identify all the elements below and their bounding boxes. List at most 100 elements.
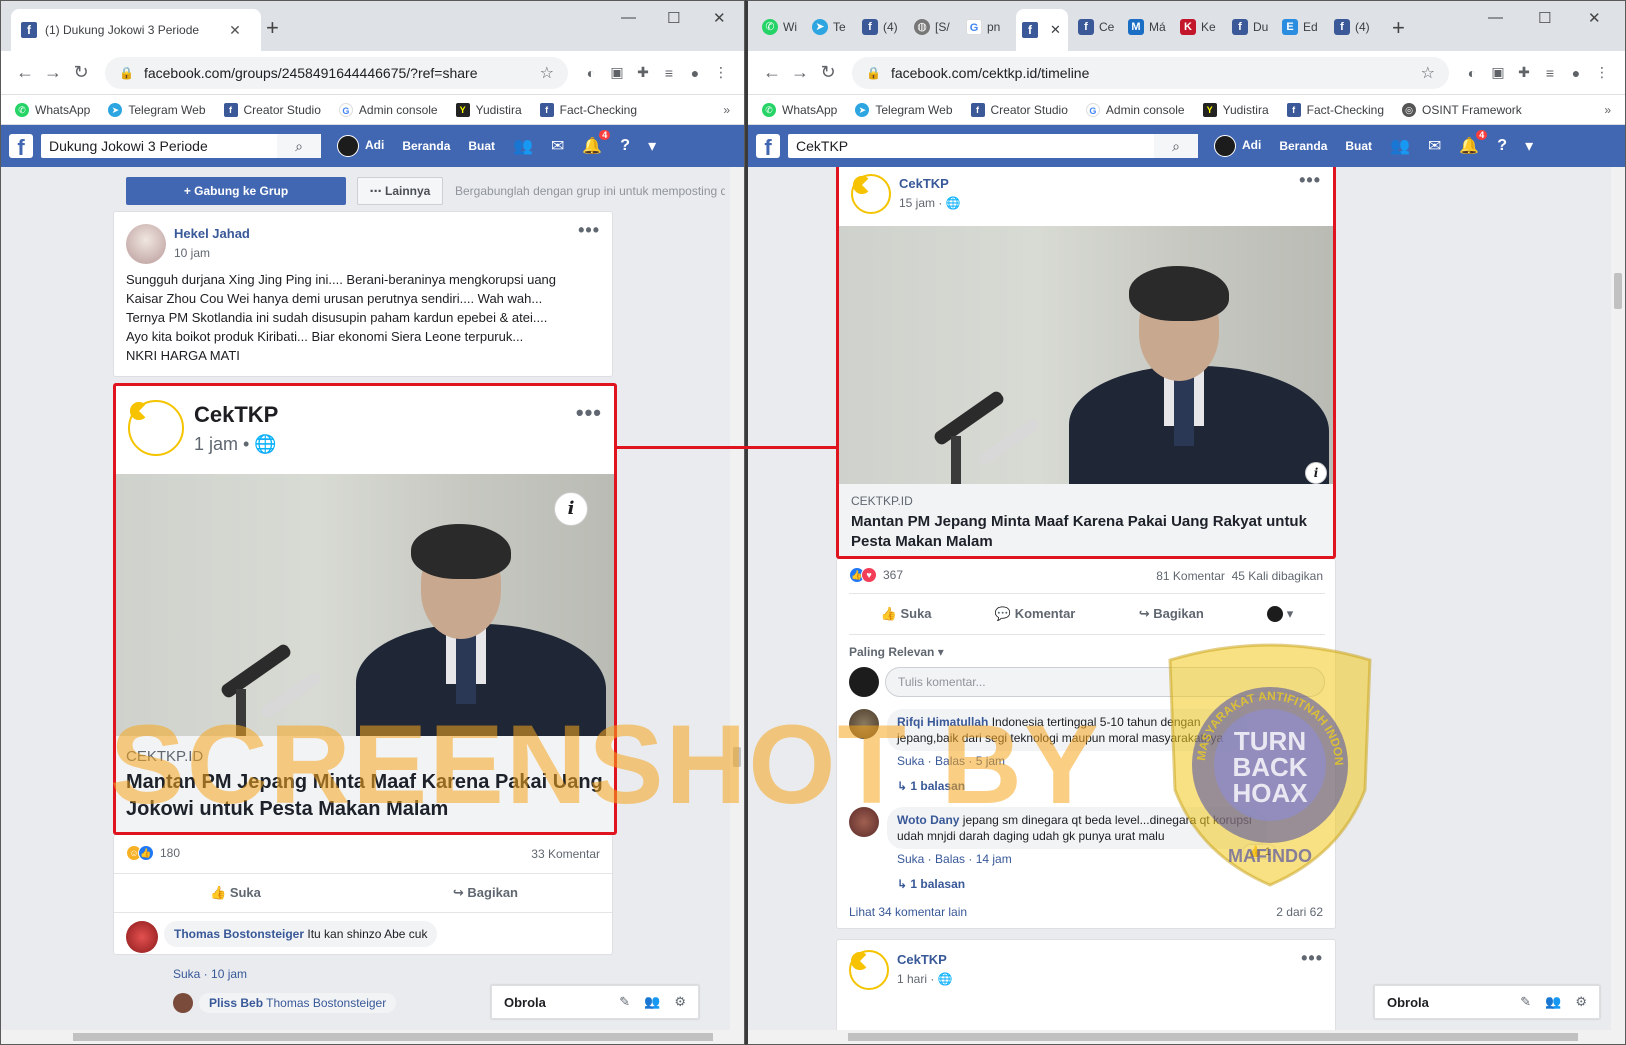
extension-icon[interactable]: ◐	[1459, 65, 1485, 81]
back-icon[interactable]: ←	[11, 62, 39, 83]
left-url-field[interactable]: 🔒 facebook.com/groups/2458491644446675/?…	[105, 56, 568, 89]
share-button[interactable]: ↪ Bagikan	[1139, 606, 1204, 622]
avatar[interactable]	[126, 224, 166, 264]
group-chat-icon[interactable]: 👥	[644, 994, 660, 1010]
left-vertical-scrollbar[interactable]	[730, 167, 744, 1030]
link-preview[interactable]: CEKTKP.ID Mantan PM Jepang Minta Maaf Ka…	[839, 484, 1333, 556]
tab-editor[interactable]: E Ed	[1282, 17, 1318, 37]
new-tab-button[interactable]: +	[1392, 15, 1405, 41]
menu-icon[interactable]: ⋮	[708, 64, 734, 81]
post-time[interactable]: 1 jam •	[194, 434, 249, 454]
close-window-button[interactable]: ✕	[713, 9, 726, 27]
friends-icon[interactable]: 👥	[1390, 136, 1410, 156]
create-link[interactable]: Buat	[468, 139, 495, 153]
reaction-summary[interactable]: 👍 ♥ 367	[849, 567, 903, 583]
avatar[interactable]	[849, 807, 879, 837]
bookmark-yudistira[interactable]: Y Yudistira	[1202, 102, 1269, 117]
messenger-icon[interactable]: ✉	[1428, 136, 1441, 156]
compose-icon[interactable]: ✎	[1520, 994, 1531, 1010]
messenger-icon[interactable]: ✉	[551, 136, 564, 156]
account-menu-icon[interactable]: ▾	[1525, 136, 1533, 156]
chat-bar[interactable]: Obrola ✎ 👥 ⚙	[1374, 985, 1600, 1019]
tab-facebook[interactable]: f (4)	[862, 17, 898, 37]
tab-telegram[interactable]: ➤ Te	[812, 17, 846, 37]
info-icon[interactable]: i	[1305, 462, 1327, 484]
post-author[interactable]: CekTKP	[194, 402, 278, 428]
right-url-field[interactable]: 🔒 facebook.com/cektkp.id/timeline ☆	[852, 56, 1449, 89]
scrollbar-thumb[interactable]	[733, 747, 741, 767]
help-icon[interactable]: ?	[1497, 137, 1507, 155]
chat-bar[interactable]: Obrola ✎ 👥 ⚙	[491, 985, 699, 1019]
close-tab-icon[interactable]: ✕	[1050, 22, 1061, 38]
comment-sort-dropdown[interactable]: Paling Relevan ▾	[849, 645, 944, 659]
join-group-button[interactable]: + Gabung ke Grup	[126, 177, 346, 205]
post-options-icon[interactable]: •••	[1299, 170, 1321, 191]
bookmark-admin-console[interactable]: G Admin console	[338, 102, 438, 117]
comment-button[interactable]: 💬 Komentar	[995, 606, 1076, 622]
comment-mention[interactable]: Thomas Bostonsteiger	[266, 996, 386, 1010]
bookmark-admin-console[interactable]: G Admin console	[1085, 102, 1185, 117]
bookmark-telegram[interactable]: ➤ Telegram Web	[855, 102, 953, 117]
reload-icon[interactable]: ↻	[814, 62, 842, 83]
menu-icon[interactable]: ⋮	[1589, 64, 1615, 81]
tab-facebook[interactable]: f (4)	[1334, 17, 1370, 37]
friends-icon[interactable]: 👥	[513, 136, 533, 156]
home-link[interactable]: Beranda	[402, 139, 450, 153]
notifications-icon[interactable]: 🔔 4	[1459, 130, 1488, 156]
bookmark-osint-framework[interactable]: ◎ OSINT Framework	[1402, 102, 1522, 117]
like-button[interactable]: 👍 Suka	[210, 885, 261, 901]
profile-link[interactable]: Adi	[1214, 135, 1261, 157]
search-icon[interactable]: ⌕	[1154, 134, 1198, 158]
tab-k[interactable]: K Ke	[1180, 17, 1216, 37]
avatar[interactable]	[173, 993, 193, 1013]
puzzle-icon[interactable]: ✚	[1511, 64, 1537, 81]
post-time[interactable]: 1 hari ·	[897, 972, 934, 986]
article-photo[interactable]: i	[116, 474, 614, 736]
post-author[interactable]: CekTKP	[897, 952, 947, 967]
comment-author[interactable]: Rifqi Himatullah	[897, 715, 988, 729]
post-author[interactable]: Hekel Jahad	[174, 226, 250, 241]
compose-icon[interactable]: ✎	[619, 994, 630, 1010]
view-replies-link[interactable]: ↳ 1 balasan	[897, 779, 965, 793]
tab-m[interactable]: M Má	[1128, 17, 1166, 37]
right-vertical-scrollbar[interactable]	[1611, 167, 1625, 1030]
page-identity-selector[interactable]: ▾	[1267, 606, 1293, 623]
settings-gear-icon[interactable]: ⚙	[1575, 994, 1587, 1010]
bookmark-whatsapp[interactable]: ✆ WhatsApp	[762, 102, 837, 117]
bookmark-creator-studio[interactable]: f Creator Studio	[970, 102, 1068, 117]
scrollbar-thumb[interactable]	[848, 1033, 1578, 1041]
home-link[interactable]: Beranda	[1279, 139, 1327, 153]
bookmark-whatsapp[interactable]: ✆ WhatsApp	[15, 102, 90, 117]
search-icon[interactable]: ⌕	[277, 134, 321, 158]
avatar[interactable]	[126, 921, 158, 953]
comment-meta[interactable]: Suka · Balas · 5 jam	[887, 754, 1247, 768]
extension-icon[interactable]: ◐	[578, 65, 604, 81]
left-fb-search-input[interactable]: Dukung Jokowi 3 Periode ⌕	[41, 134, 321, 158]
account-menu-icon[interactable]: ▾	[648, 136, 656, 156]
back-icon[interactable]: ←	[758, 62, 786, 83]
avatar[interactable]	[849, 709, 879, 739]
extension-icon[interactable]: ▣	[604, 64, 630, 81]
puzzle-icon[interactable]: ✚	[630, 64, 656, 81]
comment-meta[interactable]: Suka · 10 jam	[173, 967, 247, 981]
more-bookmarks-icon[interactable]: »	[1604, 103, 1611, 117]
help-icon[interactable]: ?	[620, 137, 630, 155]
maximize-button[interactable]: ☐	[1538, 9, 1551, 27]
comment-count[interactable]: 33 Komentar	[531, 847, 600, 861]
like-button[interactable]: 👍 Suka	[881, 606, 932, 622]
facebook-logo-icon[interactable]: f	[9, 134, 33, 160]
left-horizontal-scrollbar[interactable]	[1, 1030, 744, 1044]
facebook-logo-icon[interactable]: f	[756, 134, 780, 160]
post-options-icon[interactable]: •••	[578, 220, 600, 241]
settings-gear-icon[interactable]: ⚙	[674, 994, 686, 1010]
bookmark-telegram[interactable]: ➤ Telegram Web	[108, 102, 206, 117]
profile-link[interactable]: Adi	[337, 135, 384, 157]
tab-web[interactable]: ◍ [S/	[914, 17, 950, 37]
tab-google[interactable]: Gpn	[966, 17, 1000, 37]
cektkp-logo-icon[interactable]	[851, 174, 891, 214]
more-button[interactable]: ⋯ Lainnya	[357, 177, 443, 205]
minimize-button[interactable]: —	[621, 9, 636, 26]
media-icon[interactable]: ≡	[1537, 65, 1563, 81]
forward-icon[interactable]: →	[786, 62, 814, 83]
bookmark-star-icon[interactable]: ☆	[1421, 63, 1435, 83]
